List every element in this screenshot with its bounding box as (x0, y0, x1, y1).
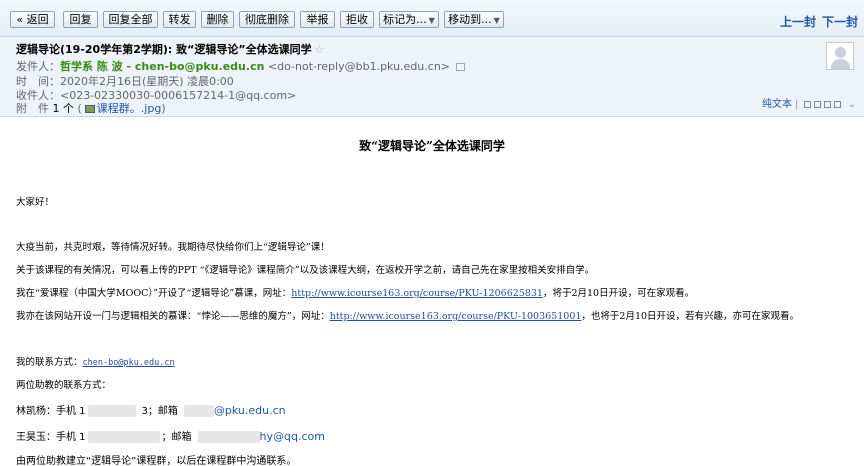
mail-body-title: 致“逻辑导论”全体选课同学 (359, 139, 505, 153)
plain-text-link[interactable]: 纯文本 (762, 99, 792, 110)
delete-button[interactable]: 删除 (201, 11, 234, 28)
save-icon[interactable] (824, 100, 832, 108)
contact-email-link[interactable]: chen-bo@pku.edu.cn (83, 358, 175, 368)
reply-all-button[interactable]: 回复全部 (103, 11, 158, 28)
paragraph-2: 关于该课程的有关情况，可以看上传的PPT “《逻辑导论》课程简介”以及该课程大纲… (16, 265, 595, 276)
greeting: 大家好！ (16, 197, 55, 208)
subject-text: 逻辑导论(19-20学年第2学期): 致“逻辑导论”全体选课同学 (16, 43, 312, 56)
mooc-link-logic[interactable]: http://www.icourse163.org/course/PKU-120… (291, 288, 543, 299)
previous-mail-link[interactable]: 上一封 (780, 15, 816, 29)
contact-label: 我的联系方式： (16, 357, 83, 368)
paragraph-1: 大疫当前，共克时艰，等待情况好转。我期待尽快给你们上“逻辑导论”课！ (16, 242, 330, 253)
reply-button[interactable]: 回复 (63, 11, 98, 28)
forward-button[interactable]: 转发 (163, 11, 196, 28)
next-mail-link[interactable]: 下一封 (822, 15, 858, 29)
print-icon[interactable] (804, 100, 812, 108)
mooc-link-paradox[interactable]: http://www.icourse163.org/course/PKU-100… (330, 311, 582, 322)
add-contact-icon[interactable] (456, 63, 466, 71)
attachment-label: 附 件 (16, 102, 49, 115)
ta-contact-label: 两位助教的联系方式： (16, 380, 112, 391)
sender-avatar (826, 42, 854, 70)
mail-navigation: 上一封 下一封 (774, 13, 858, 30)
redacted-phone (87, 431, 160, 443)
new-window-icon[interactable] (814, 100, 822, 108)
redacted-email (197, 431, 260, 443)
last-paragraph: 由两位助教建立“逻辑导论”课程群，以后在课程群中沟通联系。 (16, 456, 297, 466)
attachment-link[interactable]: 课程群。.jpg (97, 102, 162, 115)
attachment-paren-close: ) (161, 102, 166, 115)
mark-as-dropdown[interactable]: 标记为... ▼ (379, 11, 439, 28)
ta1-contact: 林凯杨：手机 1 3；邮箱 @pku.edu.cn (16, 404, 286, 417)
chevron-down-icon: ▼ (428, 16, 435, 25)
chevron-down-icon: ▼ (493, 16, 500, 25)
mail-body: 致“逻辑导论”全体选课同学 大家好！ 大疫当前，共克时艰，等待情况好转。我期待尽… (0, 118, 864, 466)
chevron-down-icon[interactable]: ⌄ (848, 99, 856, 110)
redacted-phone (87, 405, 136, 417)
from-label: 发件人： (16, 60, 60, 73)
from-row: 发件人：哲学系 陈 波 - chen-bo@pku.edu.cn <do-not… (16, 58, 466, 74)
attachment-row: 附 件 1 个 ( 课程群。.jpg) (16, 100, 166, 116)
ta1-email[interactable]: @pku.edu.cn (214, 404, 286, 417)
contact-line: 我的联系方式：chen-bo@pku.edu.cn (16, 354, 175, 368)
move-to-dropdown[interactable]: 移动到... ▼ (444, 11, 504, 28)
ta2-contact: 王昊玉：手机 1 ；邮箱 hy@qq.com (16, 430, 325, 443)
attachment-paren-open: ( (77, 102, 82, 115)
more-icon[interactable] (834, 100, 842, 108)
ta2-email[interactable]: hy@qq.com (260, 430, 325, 443)
redacted-email (183, 405, 214, 417)
image-file-icon (84, 105, 95, 113)
attachment-count[interactable]: 1 个 (53, 102, 75, 115)
sender-address: <do-not-reply@bb1.pku.edu.cn> (267, 60, 451, 73)
paragraph-4: 我亦在该网站开设一门与逻辑相关的慕课：“悖论——思维的魔方”，网址：http:/… (16, 311, 800, 322)
mail-header: 逻辑导论(19-20学年第2学期): 致“逻辑导论”全体选课同学 ☆ 发件人：哲学… (0, 37, 864, 117)
reject-button[interactable]: 拒收 (340, 11, 374, 28)
paragraph-3: 我在“爱课程（中国大学MOOC）”开设了“逻辑导论”慕课，网址：http://w… (16, 288, 695, 299)
move-to-label: 移动到... (448, 13, 492, 26)
delete-permanently-button[interactable]: 彻底删除 (239, 11, 295, 28)
star-icon[interactable]: ☆ (315, 43, 325, 56)
sender-name[interactable]: 哲学系 陈 波 - chen-bo@pku.edu.cn (60, 60, 264, 73)
mark-as-label: 标记为... (383, 13, 427, 26)
mail-subject: 逻辑导论(19-20学年第2学期): 致“逻辑导论”全体选课同学 ☆ (16, 41, 324, 57)
back-button[interactable]: « 返回 (10, 11, 55, 28)
toolbar: « 返回 回复 回复全部 转发 删除 彻底删除 举报 拒收 标记为... ▼ 移动… (0, 0, 864, 37)
header-tools: 纯文本 | ⌄ (762, 99, 856, 110)
report-button[interactable]: 举报 (300, 11, 335, 28)
